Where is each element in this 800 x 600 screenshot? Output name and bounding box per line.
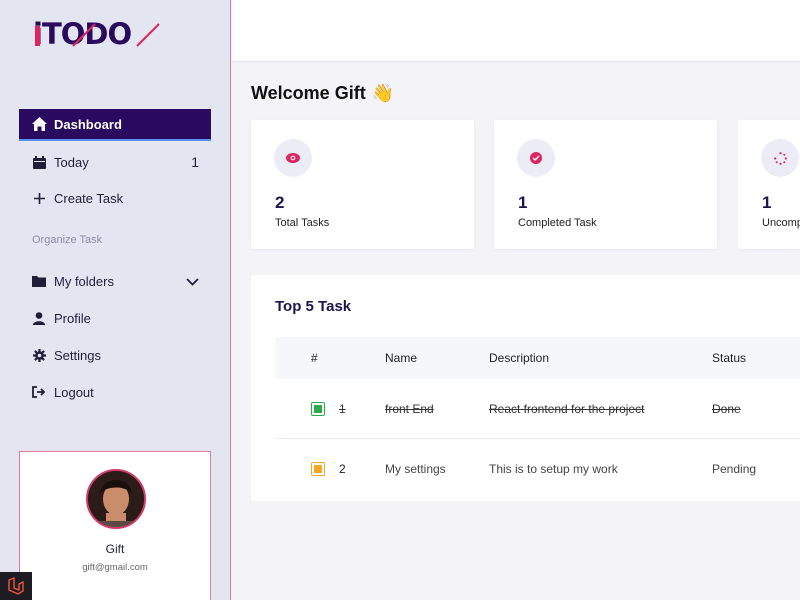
folder-icon [31,273,47,289]
table-row[interactable]: 2 My settings This is to setup my work P… [275,439,800,499]
home-icon [31,116,47,132]
sidebar: iTODO Dashboard Today 1 Create Task Orga… [0,0,231,600]
panel-title: Top 5 Task [275,298,352,315]
task-name: My settings [385,462,446,476]
sidebar-item-dashboard[interactable]: Dashboard [19,109,211,141]
task-number: 1 [339,401,346,416]
task-number: 2 [339,462,346,476]
stat-label: Total Tasks [275,217,330,229]
welcome-text: Welcome Gift [251,83,366,103]
sidebar-item-today[interactable]: Today 1 [19,146,211,178]
avatar[interactable] [86,469,146,529]
sidebar-item-label: Today [54,154,89,170]
profile-name: Gift [105,542,125,556]
task-description: React frontend for the project [489,401,645,416]
stat-label: Uncomp [762,217,800,229]
laravel-icon [0,572,32,600]
sidebar-item-label: Create Task [54,190,124,206]
sidebar-item-label: My folders [54,273,114,289]
stat-value: 1 [762,193,772,212]
column-header-description: Description [489,351,550,365]
task-checkbox[interactable] [311,401,325,416]
task-checkbox[interactable] [311,462,325,476]
sidebar-item-label: Settings [54,347,101,363]
table-row[interactable]: 1 front End React frontend for the proje… [275,379,800,439]
stat-value: 1 [518,193,528,212]
sidebar-item-label: Profile [54,310,91,326]
stat-card-total: 2 Total Tasks [251,120,474,249]
sidebar-item-create-task[interactable]: Create Task [19,182,211,214]
gear-icon [31,347,47,363]
svg-text:iTODO: iTODO [33,18,131,50]
sidebar-item-logout[interactable]: Logout [19,376,211,408]
task-status: Done [712,401,741,416]
profile-card: Gift gift@gmail.com [19,451,211,600]
stat-card-uncompleted: 1 Uncomp [738,120,800,249]
task-description: This is to setup my work [489,462,618,476]
user-icon [31,310,47,326]
section-label-organize: Organize Task [32,234,103,246]
top-tasks-panel: Top 5 Task # Name Description Status 1 f… [251,275,800,501]
top-bar [232,0,800,62]
column-header-number: # [311,351,318,365]
table-header: # Name Description Status [275,337,800,379]
app-logo[interactable]: iTODO [33,17,173,51]
page-title: Welcome Gift 👋 [251,83,394,104]
sidebar-item-profile[interactable]: Profile [19,302,211,334]
sidebar-item-my-folders[interactable]: My folders [19,265,211,297]
logout-icon [31,384,47,400]
column-header-name: Name [385,351,418,365]
sidebar-item-settings[interactable]: Settings [19,339,211,371]
eye-icon [274,139,312,177]
profile-email: gift@gmail.com [82,562,148,573]
plus-icon [31,190,47,206]
task-status: Pending [712,462,757,476]
today-count-badge: 1 [191,154,199,170]
calendar-icon [31,154,47,170]
sidebar-item-label: Dashboard [54,116,122,132]
column-header-status: Status [712,351,747,365]
stat-label: Completed Task [518,217,597,229]
chevron-down-icon[interactable] [186,274,199,289]
spinner-icon [761,139,799,177]
task-name: front End [385,401,434,416]
sidebar-item-label: Logout [54,384,94,400]
stat-value: 2 [275,193,285,212]
wave-icon: 👋 [371,83,395,103]
stat-card-completed: 1 Completed Task [494,120,717,249]
check-circle-icon [517,139,555,177]
